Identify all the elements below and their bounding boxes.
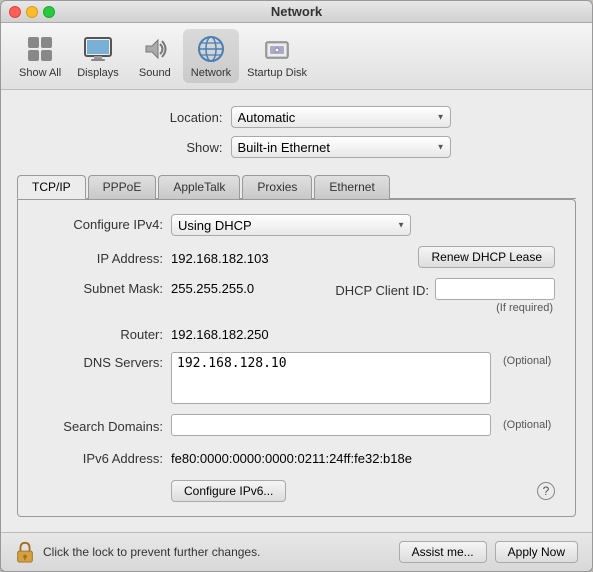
subnet-mask-value: 255.255.255.0 (171, 278, 327, 296)
network-icon (195, 33, 227, 65)
toolbar: Show All Displays Sound (1, 23, 592, 90)
displays-icon (82, 33, 114, 65)
search-domains-row: Search Domains: (Optional) (38, 414, 555, 436)
tab-appletalk[interactable]: AppleTalk (158, 175, 240, 199)
sound-icon (139, 33, 171, 65)
dhcp-client-input[interactable] (435, 278, 555, 300)
toolbar-item-displays[interactable]: Displays (69, 29, 127, 83)
toolbar-label-startup-disk: Startup Disk (247, 67, 307, 79)
bottom-bar: Click the lock to prevent further change… (1, 532, 592, 571)
ipv6-address-row: IPv6 Address: fe80:0000:0000:0000:0211:2… (38, 448, 555, 466)
show-select[interactable]: Built-in Ethernet (231, 136, 451, 158)
dns-servers-input[interactable] (171, 352, 491, 404)
show-row: Show: Built-in Ethernet (17, 136, 576, 158)
dns-servers-row: DNS Servers: (Optional) (38, 352, 555, 404)
configure-ipv6-button[interactable]: Configure IPv6... (171, 480, 286, 502)
tab-proxies[interactable]: Proxies (242, 175, 312, 199)
search-domains-label: Search Domains: (38, 416, 163, 434)
tab-bar: TCP/IP PPPoE AppleTalk Proxies Ethernet (17, 174, 576, 199)
close-button[interactable] (9, 6, 21, 18)
ipv6-address-value: fe80:0000:0000:0000:0211:24ff:fe32:b18e (171, 448, 412, 466)
toolbar-label-show-all: Show All (19, 67, 61, 79)
dhcp-client-section: DHCP Client ID: (If required) (335, 278, 555, 314)
lock-text: Click the lock to prevent further change… (43, 545, 399, 559)
configure-ipv4-label: Configure IPv4: (38, 214, 163, 232)
location-row: Location: Automatic (17, 106, 576, 128)
subnet-dhcp-row: Subnet Mask: 255.255.255.0 DHCP Client I… (38, 278, 555, 314)
toolbar-label-displays: Displays (77, 67, 119, 79)
toolbar-item-network[interactable]: Network (183, 29, 239, 83)
show-all-icon (24, 33, 56, 65)
window: Network Show All (0, 0, 593, 572)
tabs-container: TCP/IP PPPoE AppleTalk Proxies Ethernet … (17, 170, 576, 517)
bottom-buttons: Assist me... Apply Now (399, 541, 578, 563)
configure-ipv6-row: Configure IPv6... ? (38, 480, 555, 502)
dhcp-client-note: (If required) (335, 302, 555, 314)
configure-ipv4-select[interactable]: Using DHCP (171, 214, 411, 236)
ip-address-value: 192.168.182.103 (171, 248, 410, 266)
titlebar-buttons (9, 6, 55, 18)
location-select-wrap: Automatic (231, 106, 451, 128)
location-label: Location: (143, 110, 223, 125)
panel: Configure IPv4: Using DHCP IP Address: 1… (17, 199, 576, 517)
tab-tcpip[interactable]: TCP/IP (17, 175, 86, 199)
maximize-button[interactable] (43, 6, 55, 18)
subnet-mask-label: Subnet Mask: (38, 278, 163, 296)
toolbar-label-network: Network (191, 67, 231, 79)
search-domains-input[interactable] (171, 414, 491, 436)
toolbar-item-startup-disk[interactable]: Startup Disk (239, 29, 315, 83)
dhcp-client-label: DHCP Client ID: (335, 280, 429, 298)
search-domains-optional: (Optional) (503, 419, 551, 431)
minimize-button[interactable] (26, 6, 38, 18)
dhcp-client-row: DHCP Client ID: (335, 278, 555, 300)
assist-me-button[interactable]: Assist me... (399, 541, 487, 563)
titlebar: Network (1, 1, 592, 23)
show-select-wrap: Built-in Ethernet (231, 136, 451, 158)
apply-now-button[interactable]: Apply Now (495, 541, 578, 563)
tab-ethernet[interactable]: Ethernet (314, 175, 389, 199)
configure-ipv4-select-wrap: Using DHCP (171, 214, 411, 236)
window-title: Network (271, 4, 322, 19)
startup-disk-icon (261, 33, 293, 65)
router-row: Router: 192.168.182.250 (38, 324, 555, 342)
renew-dhcp-button[interactable]: Renew DHCP Lease (418, 246, 555, 268)
toolbar-label-sound: Sound (139, 67, 171, 79)
toolbar-item-sound[interactable]: Sound (127, 29, 183, 83)
help-button[interactable]: ? (537, 482, 555, 500)
router-label: Router: (38, 324, 163, 342)
ipv6-address-label: IPv6 Address: (38, 448, 163, 466)
location-select[interactable]: Automatic (231, 106, 451, 128)
configure-ipv4-row: Configure IPv4: Using DHCP (38, 214, 555, 236)
lock-icon[interactable] (15, 541, 35, 563)
tab-pppoe[interactable]: PPPoE (88, 175, 157, 199)
ip-address-label: IP Address: (38, 248, 163, 266)
ip-address-row: IP Address: 192.168.182.103 Renew DHCP L… (38, 246, 555, 268)
toolbar-item-show-all[interactable]: Show All (11, 29, 69, 83)
dns-optional: (Optional) (503, 352, 551, 367)
router-value: 192.168.182.250 (171, 324, 269, 342)
show-label: Show: (143, 140, 223, 155)
dns-servers-label: DNS Servers: (38, 352, 163, 370)
main-content: Location: Automatic Show: Built-in Ether… (1, 90, 592, 532)
